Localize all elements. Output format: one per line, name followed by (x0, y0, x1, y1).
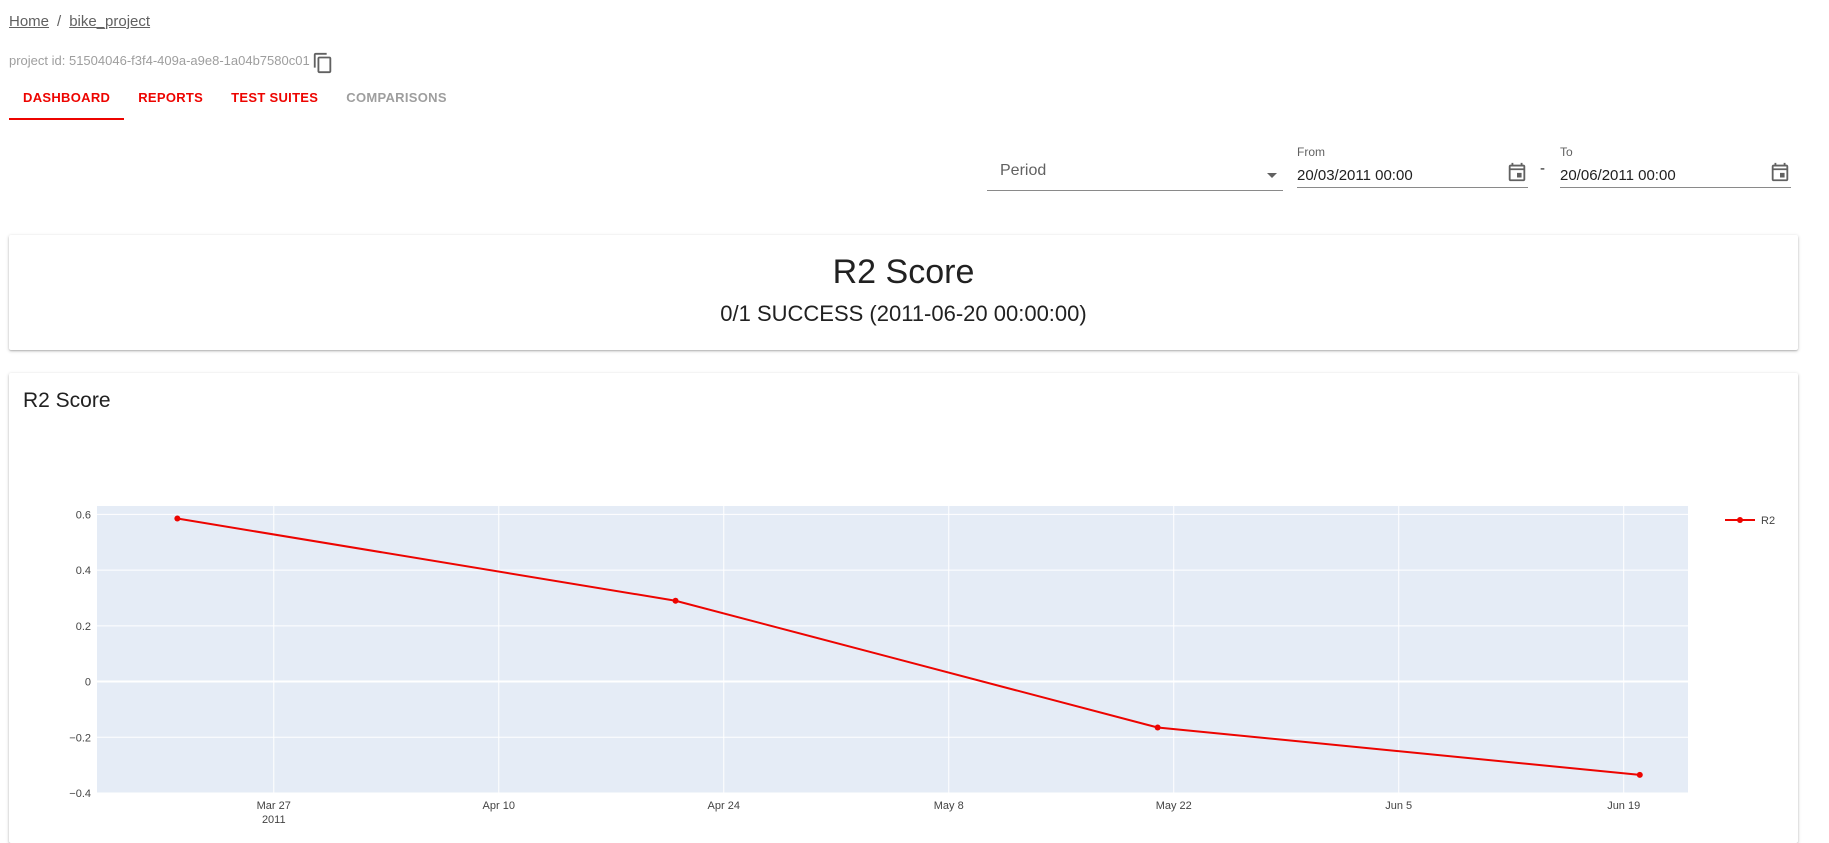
copy-icon[interactable] (312, 52, 334, 74)
legend-marker-r2 (1737, 517, 1743, 523)
y-tick-label: 0.2 (76, 621, 91, 633)
to-date-field: To (1560, 145, 1791, 188)
data-point[interactable] (1636, 771, 1643, 778)
x-tick-label: Mar 27 (257, 800, 291, 812)
plot-card: R2 Score Mar 27 2011 Apr 10 Apr 24 May 8 May … (9, 373, 1798, 843)
y-tick-label: 0.6 (76, 509, 91, 521)
data-point[interactable] (174, 515, 181, 522)
counter-value: 0/1 SUCCESS (2011-06-20 00:00:00) (720, 301, 1087, 326)
x-tick-label: Jun 19 (1607, 800, 1640, 812)
counter-title: R2 Score (832, 253, 975, 291)
plot-area-background (97, 506, 1688, 793)
counter-card: R2 Score 0/1 SUCCESS (2011-06-20 00:00:0… (9, 235, 1798, 350)
from-date-input[interactable] (1297, 164, 1528, 188)
breadcrumb: Home / bike_project (9, 13, 150, 30)
date-range-separator: - (1540, 160, 1545, 177)
tab-bar: DASHBOARD REPORTS TEST SUITES COMPARISON… (9, 80, 461, 120)
x-tick-label: Apr 24 (708, 800, 740, 812)
period-select[interactable]: Period (987, 155, 1283, 191)
breadcrumb-separator: / (57, 13, 62, 30)
r2-line-chart[interactable]: Mar 27 2011 Apr 10 Apr 24 May 8 May 22 Jun 5 Ju… (9, 373, 1798, 843)
period-select-label: Period (1000, 162, 1047, 179)
from-date-label: From (1297, 145, 1325, 159)
calendar-icon[interactable] (1769, 161, 1791, 183)
dropdown-arrow-icon (1267, 173, 1277, 178)
to-date-label: To (1560, 145, 1573, 159)
tab-reports[interactable]: REPORTS (124, 80, 217, 120)
from-date-field: From (1297, 145, 1528, 188)
x-tick-label: Apr 10 (483, 800, 515, 812)
calendar-icon[interactable] (1506, 161, 1528, 183)
x-tick-label: Jun 5 (1385, 800, 1412, 812)
y-tick-label: 0.4 (76, 565, 91, 577)
data-point[interactable] (672, 597, 679, 604)
breadcrumb-home-link[interactable]: Home (9, 13, 49, 30)
x-tick-label: May 22 (1156, 800, 1192, 812)
project-id-text: project id: 51504046-f3f4-409a-a9e8-1a04… (9, 53, 310, 68)
legend-label-r2[interactable]: R2 (1761, 515, 1775, 527)
tab-comparisons[interactable]: COMPARISONS (332, 80, 461, 120)
to-date-input[interactable] (1560, 164, 1791, 188)
breadcrumb-project-link[interactable]: bike_project (69, 13, 150, 30)
x-tick-year-label: 2011 (262, 814, 286, 826)
y-tick-label: −0.2 (69, 732, 91, 744)
x-tick-label: May 8 (934, 800, 964, 812)
y-tick-label: −0.4 (69, 788, 91, 800)
data-point[interactable] (1154, 724, 1161, 731)
tab-dashboard[interactable]: DASHBOARD (9, 80, 125, 120)
y-tick-label: 0 (85, 677, 91, 689)
tab-test-suites[interactable]: TEST SUITES (217, 80, 332, 120)
